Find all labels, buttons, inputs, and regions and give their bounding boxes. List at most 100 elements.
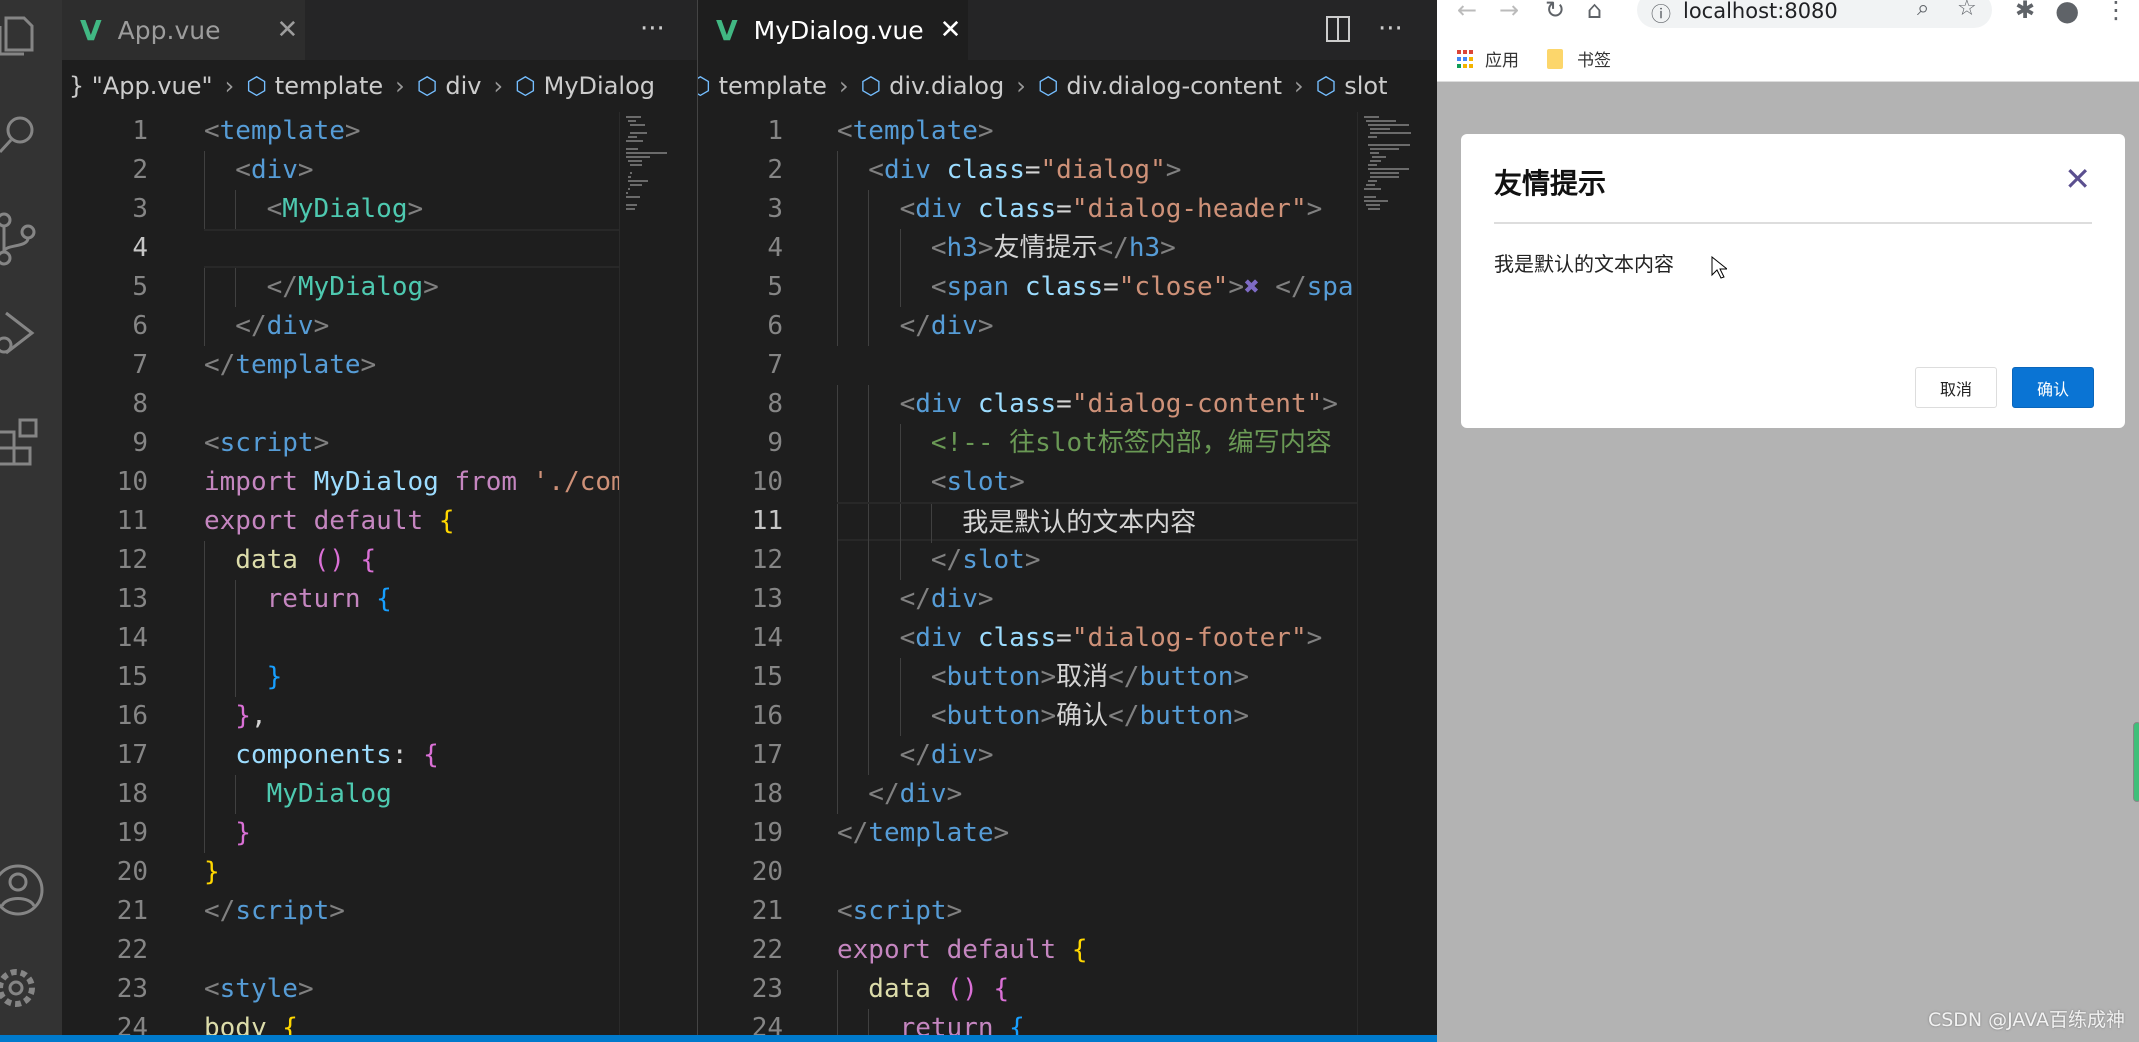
- code-line[interactable]: <MyDialog>: [204, 190, 619, 229]
- code-line[interactable]: <button>确认</button>: [837, 697, 1357, 736]
- code-token: >: [1040, 662, 1057, 692]
- code-line[interactable]: [204, 229, 619, 268]
- code-line[interactable]: </div>: [837, 580, 1357, 619]
- code-line[interactable]: <h3>友情提示</h3>: [837, 229, 1357, 268]
- code-line[interactable]: [837, 346, 1357, 385]
- code-line[interactable]: data () {: [837, 970, 1357, 1009]
- info-icon[interactable]: ⓘ: [1651, 0, 1671, 27]
- code-line[interactable]: </div>: [837, 736, 1357, 775]
- code-line[interactable]: }: [204, 853, 619, 892]
- code-line[interactable]: import MyDialog from './com: [204, 463, 619, 502]
- settings-gear-icon[interactable]: [0, 960, 46, 1016]
- code-line[interactable]: data () {: [204, 541, 619, 580]
- explorer-icon[interactable]: [0, 10, 46, 60]
- code-line[interactable]: <script>: [837, 892, 1357, 931]
- breadcrumb-item[interactable]: { } "App.vue": [62, 72, 213, 100]
- tab-app-vue[interactable]: V App.vue ✕: [62, 0, 305, 60]
- code-line[interactable]: <style>: [204, 970, 619, 1009]
- code-token: </: [1108, 662, 1140, 692]
- code-line[interactable]: body {: [204, 1009, 619, 1035]
- code-line[interactable]: <template>: [204, 112, 619, 151]
- source-control-icon[interactable]: [0, 210, 46, 270]
- code-line[interactable]: [204, 931, 619, 970]
- code-line[interactable]: return {: [837, 1009, 1357, 1035]
- side-widget-handle[interactable]: [2133, 722, 2139, 802]
- more-actions-icon[interactable]: ···: [640, 14, 665, 44]
- url-text[interactable]: localhost:8080: [1683, 0, 1838, 23]
- code-line[interactable]: }: [204, 814, 619, 853]
- code-line[interactable]: </MyDialog>: [204, 268, 619, 307]
- code-line[interactable]: <!-- 往slot标签内部，编写内容: [837, 424, 1357, 463]
- tab-mydialog-vue[interactable]: V MyDialog.vue ✕: [698, 0, 968, 60]
- confirm-button[interactable]: 确认: [2012, 367, 2094, 408]
- run-debug-icon[interactable]: [0, 305, 46, 365]
- code-line[interactable]: [837, 853, 1357, 892]
- breadcrumb-item[interactable]: ⬡ template: [698, 72, 827, 100]
- code-line[interactable]: },: [204, 697, 619, 736]
- close-icon[interactable]: ✕: [276, 15, 298, 45]
- forward-icon[interactable]: →: [1499, 0, 1519, 24]
- bookmark-apps[interactable]: 应用: [1457, 46, 1519, 71]
- code-line[interactable]: <button>取消</button>: [837, 658, 1357, 697]
- code-line[interactable]: MyDialog: [204, 775, 619, 814]
- code-line[interactable]: </div>: [204, 307, 619, 346]
- code-line[interactable]: </slot>: [837, 541, 1357, 580]
- code-line[interactable]: }: [204, 658, 619, 697]
- minimap[interactable]: [1357, 112, 1437, 1035]
- code-line[interactable]: <script>: [204, 424, 619, 463]
- line-number: 23: [116, 974, 148, 1004]
- profile-icon[interactable]: ●: [2055, 0, 2079, 27]
- code-line[interactable]: <div class="dialog-content">: [837, 385, 1357, 424]
- breadcrumb-item[interactable]: ⬡ div: [417, 72, 482, 100]
- minimap[interactable]: [619, 112, 697, 1035]
- bookmark-folder[interactable]: 书签: [1547, 46, 1611, 71]
- bookmark-star-icon[interactable]: ☆: [1957, 0, 1977, 21]
- reload-icon[interactable]: ↻: [1545, 0, 1565, 24]
- breadcrumb-item[interactable]: ⬡ template: [246, 72, 383, 100]
- code-editor[interactable]: <template> <div class="dialog"> <div class…: [837, 112, 1357, 1035]
- code-line[interactable]: </div>: [837, 307, 1357, 346]
- code-line[interactable]: <template>: [837, 112, 1357, 151]
- menu-icon[interactable]: ⋮: [2104, 0, 2128, 24]
- code-line[interactable]: <div class="dialog-header">: [837, 190, 1357, 229]
- minimap-line: [1364, 116, 1379, 118]
- code-line[interactable]: <span class="close">✖ </spa: [837, 268, 1357, 307]
- zoom-icon[interactable]: ⌕: [1917, 0, 1929, 21]
- breadcrumb-item[interactable]: ⬡ div.dialog: [861, 72, 1005, 100]
- more-actions-icon[interactable]: ···: [1378, 14, 1403, 44]
- close-icon[interactable]: ✕: [940, 15, 962, 45]
- address-bar[interactable]: ⓘ localhost:8080 ⌕ ☆: [1637, 0, 1992, 28]
- code-line[interactable]: components: {: [204, 736, 619, 775]
- split-editor-icon[interactable]: [1326, 16, 1350, 42]
- code-line[interactable]: </script>: [204, 892, 619, 931]
- code-line[interactable]: export default {: [204, 502, 619, 541]
- back-icon[interactable]: ←: [1457, 0, 1477, 24]
- code-line[interactable]: [204, 619, 619, 658]
- home-icon[interactable]: ⌂: [1587, 0, 1602, 24]
- code-line[interactable]: return {: [204, 580, 619, 619]
- extensions-icon[interactable]: ✱: [2015, 0, 2035, 24]
- breadcrumb-item[interactable]: ⬡ MyDialog: [515, 72, 655, 100]
- code-line[interactable]: </template>: [204, 346, 619, 385]
- line-numbers: 1 2 3 4 5 6 7 8 9 10 11 12 13 14 15 16 17 18 19 20 21 22 23 24: [62, 112, 148, 1035]
- code-line[interactable]: export default {: [837, 931, 1357, 970]
- breadcrumb-item[interactable]: ⬡ div.dialog-content: [1038, 72, 1282, 100]
- code-line[interactable]: <div>: [204, 151, 619, 190]
- code-line[interactable]: [204, 385, 619, 424]
- cancel-button[interactable]: 取消: [1915, 367, 1997, 408]
- account-icon[interactable]: [0, 862, 46, 918]
- line-number: 16: [751, 701, 783, 731]
- code-line[interactable]: </template>: [837, 814, 1357, 853]
- indent-guide: [204, 190, 235, 229]
- search-icon[interactable]: [0, 110, 46, 160]
- code-editor[interactable]: <template> <div> <MyDialog> </MyDialog> </di…: [204, 112, 619, 1035]
- code-line[interactable]: <div class="dialog">: [837, 151, 1357, 190]
- minimap-line: [630, 164, 642, 166]
- code-line[interactable]: <div class="dialog-footer">: [837, 619, 1357, 658]
- breadcrumb-item[interactable]: ⬡ slot: [1316, 72, 1388, 100]
- extensions-icon[interactable]: [0, 410, 46, 470]
- code-line[interactable]: <slot>: [837, 463, 1357, 502]
- code-line[interactable]: 我是默认的文本内容: [837, 502, 1357, 543]
- close-icon[interactable]: ✕: [2064, 160, 2091, 198]
- code-line[interactable]: </div>: [837, 775, 1357, 814]
